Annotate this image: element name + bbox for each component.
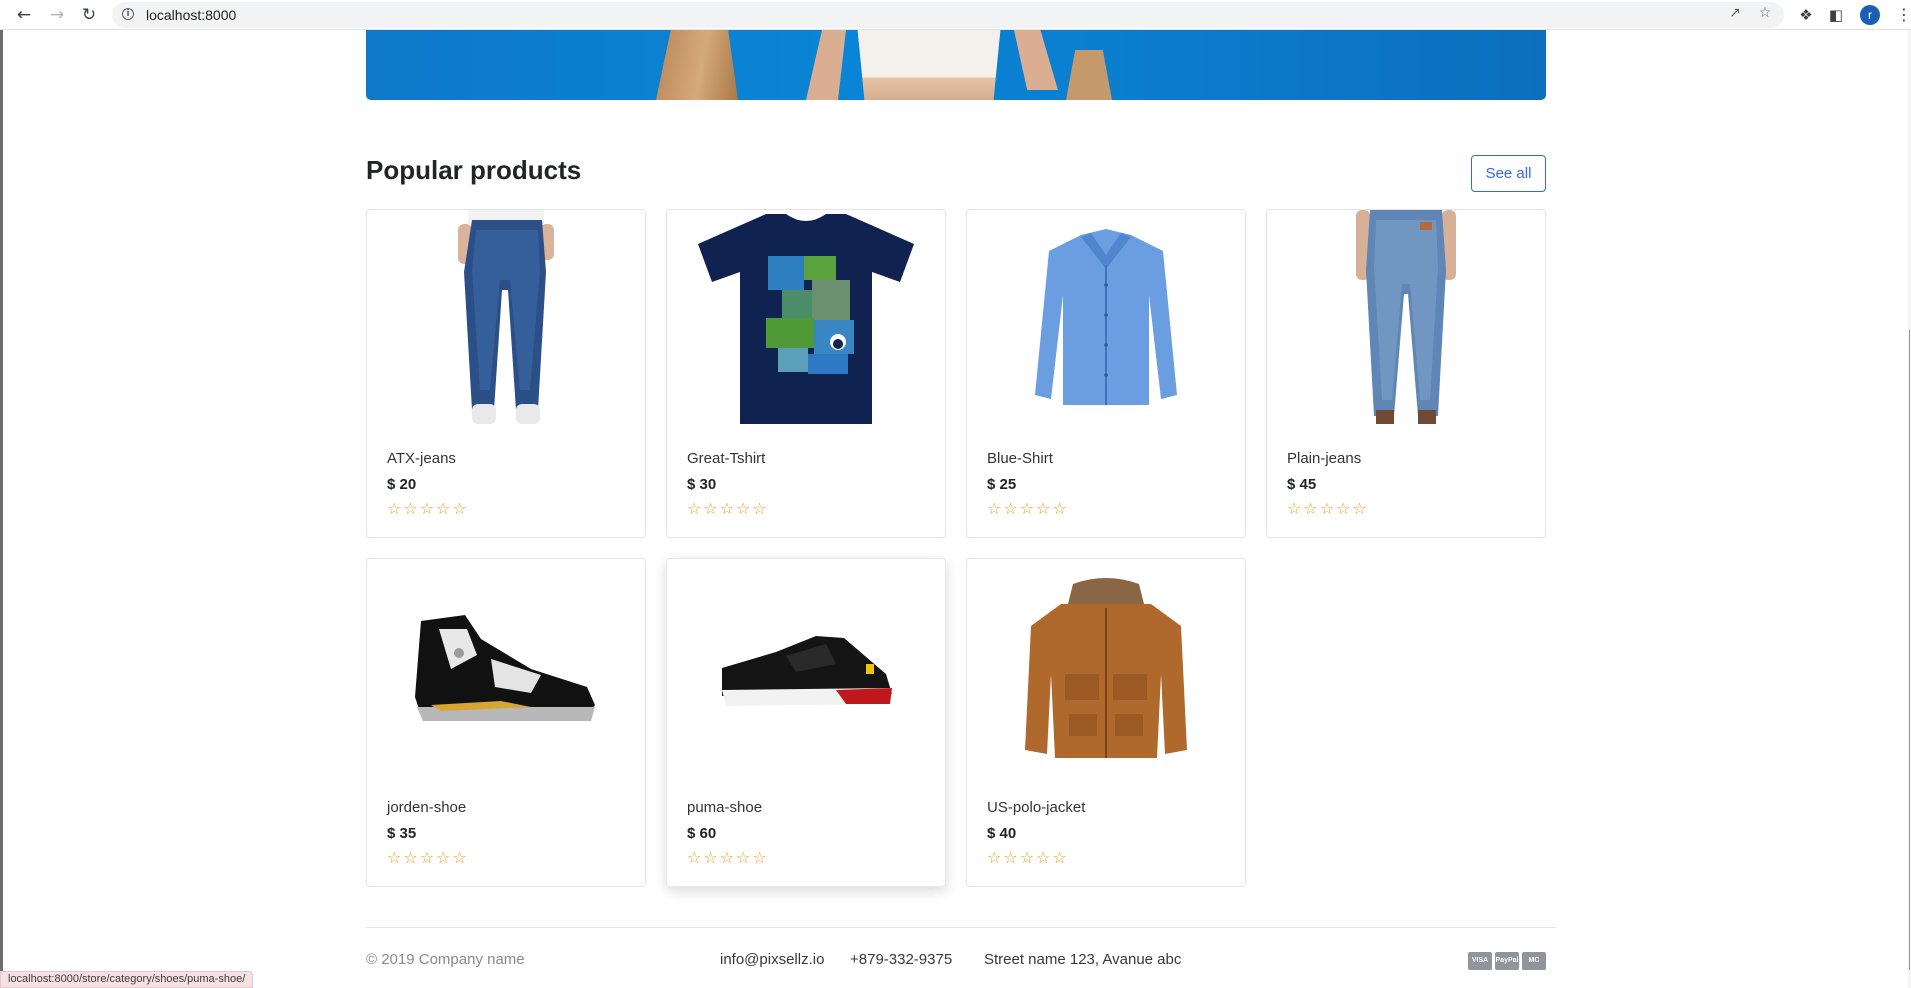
rating-stars: ☆☆☆☆☆ bbox=[987, 499, 1069, 518]
banner-model bbox=[857, 30, 1001, 100]
rating-stars: ☆☆☆☆☆ bbox=[387, 848, 469, 867]
product-price: $ 60 bbox=[687, 825, 717, 842]
footer-address: Street name 123, Avanue abc bbox=[984, 951, 1182, 968]
footer-divider bbox=[366, 927, 1556, 928]
product-name[interactable]: Blue-Shirt bbox=[987, 450, 1053, 467]
back-arrow-icon[interactable]: ← bbox=[12, 3, 36, 27]
shirt-blue-image bbox=[1035, 229, 1177, 405]
product-name[interactable]: puma-shoe bbox=[687, 799, 762, 816]
reload-icon[interactable]: ↻ bbox=[77, 3, 101, 27]
shopping-bag-right bbox=[1066, 50, 1112, 100]
footer-phone[interactable]: +879-332-9375 bbox=[850, 951, 952, 968]
product-card[interactable]: ATX-jeans $ 20 ☆☆☆☆☆ bbox=[366, 209, 646, 538]
profile-avatar[interactable]: r bbox=[1860, 5, 1880, 25]
rating-stars: ☆☆☆☆☆ bbox=[1287, 499, 1369, 518]
rating-stars: ☆☆☆☆☆ bbox=[687, 499, 769, 518]
rating-stars: ☆☆☆☆☆ bbox=[987, 848, 1069, 867]
product-card[interactable]: Plain-jeans $ 45 ☆☆☆☆☆ bbox=[1266, 209, 1546, 538]
product-card[interactable]: puma-shoe $ 60 ☆☆☆☆☆ bbox=[666, 558, 946, 887]
product-price: $ 40 bbox=[987, 825, 1017, 842]
product-card[interactable]: jorden-shoe $ 35 ☆☆☆☆☆ bbox=[366, 558, 646, 887]
side-panel-icon[interactable]: ◧ bbox=[1826, 5, 1846, 25]
product-card[interactable]: Great-Tshirt $ 30 ☆☆☆☆☆ bbox=[666, 209, 946, 538]
product-image[interactable] bbox=[967, 210, 1245, 430]
product-price: $ 35 bbox=[387, 825, 417, 842]
address-url[interactable]: localhost:8000 bbox=[146, 7, 236, 23]
product-image[interactable] bbox=[367, 559, 645, 779]
share-icon[interactable]: ↗ bbox=[1726, 4, 1744, 22]
visa-icon: VISA bbox=[1468, 952, 1492, 970]
jeans-light-image bbox=[1356, 210, 1456, 424]
tshirt-navy-image bbox=[698, 214, 914, 424]
mastercard-icon: MC bbox=[1522, 952, 1546, 970]
rating-stars: ☆☆☆☆☆ bbox=[687, 848, 769, 867]
browser-toolbar: ← → ↻ i localhost:8000 ↗ ☆ ❖ ◧ r ⋮ bbox=[0, 0, 1911, 30]
product-price: $ 30 bbox=[687, 476, 717, 493]
product-image[interactable] bbox=[367, 210, 645, 430]
bookmark-star-icon[interactable]: ☆ bbox=[1756, 4, 1774, 22]
product-name[interactable]: Plain-jeans bbox=[1287, 450, 1361, 467]
product-name[interactable]: US-polo-jacket bbox=[987, 799, 1085, 816]
product-image[interactable] bbox=[1267, 210, 1545, 430]
window-edge bbox=[0, 30, 3, 988]
rating-stars: ☆☆☆☆☆ bbox=[387, 499, 469, 518]
scrollbar-thumb[interactable] bbox=[1909, 330, 1910, 970]
address-bar[interactable]: i localhost:8000 bbox=[112, 2, 1784, 28]
menu-kebab-icon[interactable]: ⋮ bbox=[1896, 5, 1911, 25]
section-title: Popular products bbox=[366, 155, 582, 185]
footer-copyright: © 2019 Company name bbox=[366, 951, 525, 968]
forward-arrow-icon[interactable]: → bbox=[45, 3, 69, 27]
product-card[interactable]: Blue-Shirt $ 25 ☆☆☆☆☆ bbox=[966, 209, 1246, 538]
paypal-icon: PayPal bbox=[1495, 952, 1519, 970]
footer-email[interactable]: info@pixsellz.io bbox=[720, 951, 824, 968]
hero-banner bbox=[366, 30, 1546, 100]
product-name[interactable]: jorden-shoe bbox=[387, 799, 466, 816]
banner-arm-left bbox=[806, 30, 846, 100]
product-price: $ 20 bbox=[387, 476, 417, 493]
info-icon[interactable]: i bbox=[122, 8, 134, 20]
product-image[interactable] bbox=[667, 210, 945, 430]
product-grid: ATX-jeans $ 20 ☆☆☆☆☆ Great-Tshirt $ 30 ☆… bbox=[366, 209, 1546, 887]
sneaker-black-image bbox=[722, 636, 892, 706]
extensions-puzzle-icon[interactable]: ❖ bbox=[1796, 5, 1816, 25]
shopping-bag-left bbox=[656, 30, 738, 100]
product-image[interactable] bbox=[967, 559, 1245, 779]
jacket-brown-image bbox=[1025, 578, 1187, 758]
banner-arm-right bbox=[1014, 30, 1058, 90]
product-name[interactable]: ATX-jeans bbox=[387, 450, 456, 467]
product-price: $ 25 bbox=[987, 476, 1017, 493]
see-all-button[interactable]: See all bbox=[1471, 155, 1546, 192]
link-status-bar: localhost:8000/store/category/shoes/puma… bbox=[0, 971, 254, 988]
product-name[interactable]: Great-Tshirt bbox=[687, 450, 765, 467]
jeans-dark-image bbox=[458, 210, 554, 424]
sneaker-black-white-image bbox=[415, 615, 595, 721]
product-price: $ 45 bbox=[1287, 476, 1317, 493]
product-image[interactable] bbox=[667, 559, 945, 779]
product-card[interactable]: US-polo-jacket $ 40 ☆☆☆☆☆ bbox=[966, 558, 1246, 887]
